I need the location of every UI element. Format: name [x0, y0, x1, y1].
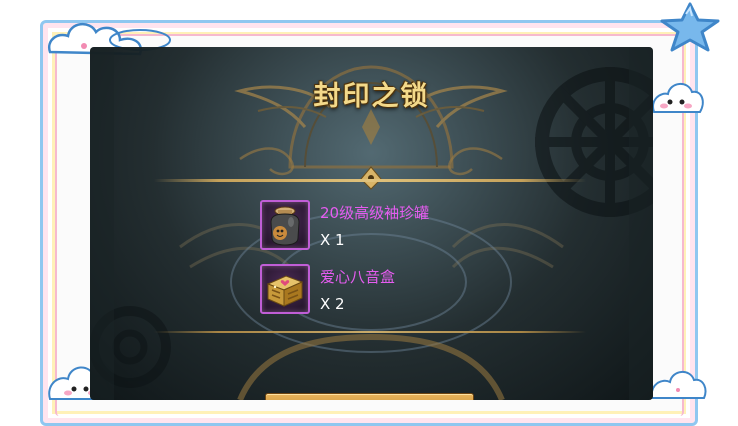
item-slot[interactable]: [260, 264, 310, 314]
divider: [154, 179, 586, 182]
pot-icon: [270, 206, 300, 246]
cloud-face-icon: [648, 72, 708, 131]
confirm-button[interactable]: [265, 393, 474, 400]
reward-item: 20级高级袖珍罐 X 1: [260, 200, 429, 250]
reward-panel: 封印之锁 20级高级袖珍罐 X 1 爱心八音盒 X 2: [90, 47, 653, 400]
item-name: 20级高级袖珍罐: [320, 203, 430, 222]
music-box-icon: [266, 275, 304, 307]
cloud-icon: [648, 350, 708, 404]
item-name: 爱心八音盒: [320, 267, 396, 286]
item-quantity: X 2: [320, 294, 345, 313]
divider: [154, 331, 586, 333]
star-icon: [646, 0, 728, 60]
reward-item: 爱心八音盒 X 2: [260, 264, 395, 314]
panel-title: 封印之锁: [313, 81, 430, 112]
item-quantity: X 1: [320, 230, 345, 249]
item-slot[interactable]: [260, 200, 310, 250]
